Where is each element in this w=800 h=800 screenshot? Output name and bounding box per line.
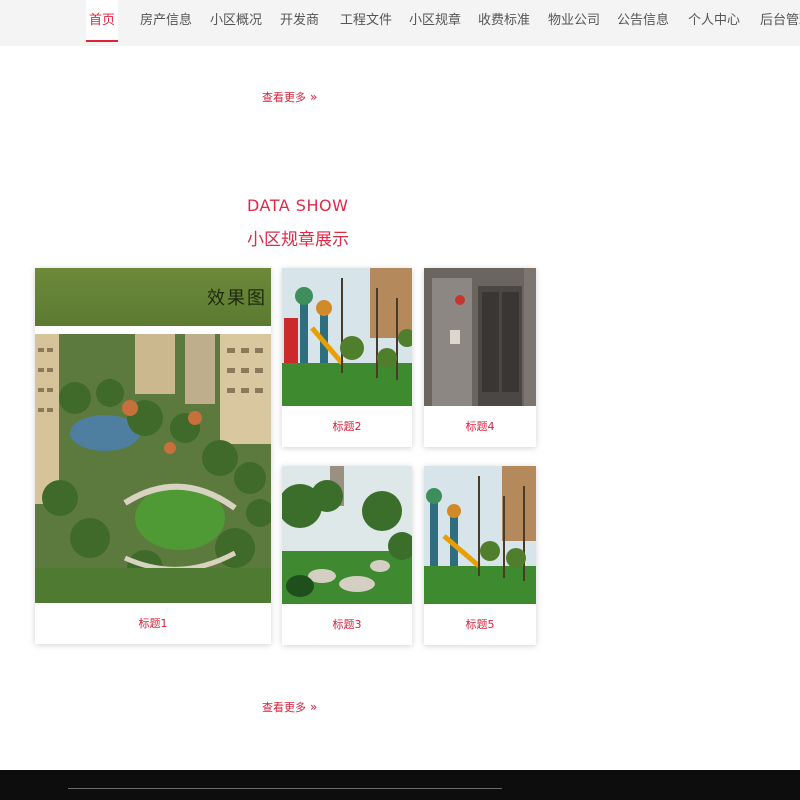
nav-item-property-info[interactable]: 房产信息 <box>140 0 192 42</box>
card-caption-5: 标题5 <box>465 618 495 631</box>
nav-item-personal-center[interactable]: 个人中心 <box>688 0 740 42</box>
card-caption-1: 标题1 <box>138 617 168 630</box>
elevator-lobby-image <box>424 268 536 406</box>
playground-image-2 <box>424 466 536 604</box>
card-caption-4: 标题4 <box>465 420 495 433</box>
nav-item-announcements[interactable]: 公告信息 <box>617 0 669 42</box>
card-banner: 效果图 <box>35 268 271 326</box>
card-image-4 <box>424 268 536 406</box>
nav-item-engineering-docs[interactable]: 工程文件 <box>340 0 392 42</box>
view-more-link-bottom[interactable]: 查看更多 » <box>262 699 317 715</box>
card-caption-3: 标题3 <box>332 618 362 631</box>
nav-item-fee-standards[interactable]: 收费标准 <box>478 0 530 42</box>
section-title-en: DATA SHOW <box>247 196 349 215</box>
nav-item-community-rules[interactable]: 小区规章 <box>409 0 461 42</box>
banner-divider <box>35 326 271 334</box>
banner-text: 效果图 <box>207 288 267 309</box>
card-image-2 <box>282 268 412 406</box>
playground-image <box>282 268 412 406</box>
view-more-label: 查看更多 <box>262 91 306 104</box>
page-footer <box>0 770 800 800</box>
gallery-card-1[interactable]: 效果图 标题1 <box>35 268 271 644</box>
top-nav: 首页 房产信息 小区概况 开发商 工程文件 小区规章 收费标准 物业公司 公告信… <box>0 0 800 46</box>
view-more-label: 查看更多 <box>262 701 306 714</box>
nav-item-community-overview[interactable]: 小区概况 <box>210 0 262 42</box>
card-image-5 <box>424 466 536 604</box>
nav-item-developer[interactable]: 开发商 <box>280 0 319 42</box>
card-image-3 <box>282 466 412 604</box>
gallery-card-5[interactable]: 标题5 <box>424 466 536 645</box>
card-image-1: 效果图 <box>35 268 271 603</box>
gallery-card-4[interactable]: 标题4 <box>424 268 536 447</box>
nav-item-admin[interactable]: 后台管理 <box>760 0 800 42</box>
gallery-card-3[interactable]: 标题3 <box>282 466 412 645</box>
double-chevron-right-icon: » <box>310 700 318 714</box>
view-more-link-top[interactable]: 查看更多 » <box>262 89 317 105</box>
footer-divider <box>68 788 502 789</box>
section-title-cn: 小区规章展示 <box>247 230 349 250</box>
nav-item-home[interactable]: 首页 <box>86 0 118 42</box>
rock-garden-image <box>282 466 412 604</box>
gallery-card-2[interactable]: 标题2 <box>282 268 412 447</box>
card-caption-2: 标题2 <box>332 420 362 433</box>
double-chevron-right-icon: » <box>310 90 318 104</box>
nav-item-property-company[interactable]: 物业公司 <box>548 0 600 42</box>
